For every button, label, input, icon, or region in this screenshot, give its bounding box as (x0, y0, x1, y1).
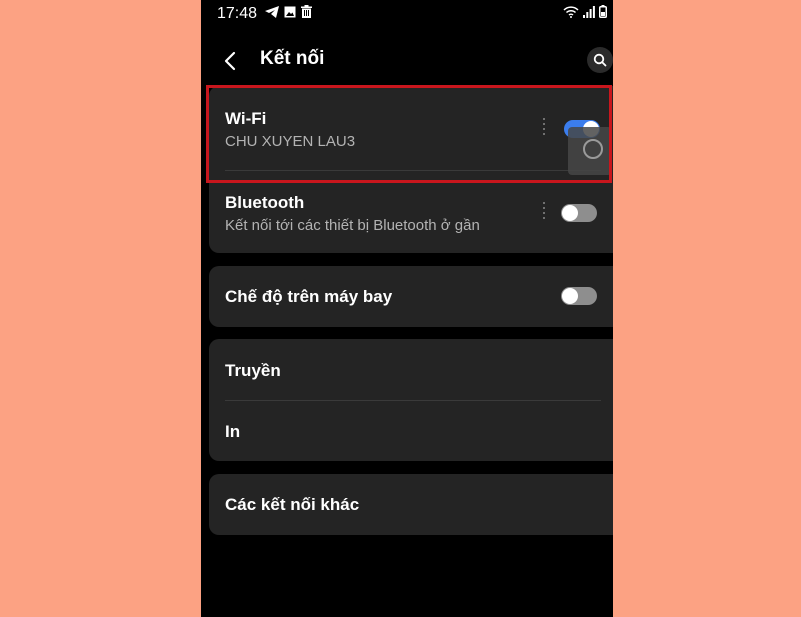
more-connections-row[interactable]: Các kết nối khác (209, 474, 613, 535)
search-button[interactable] (587, 47, 613, 73)
chevron-left-icon (224, 51, 236, 71)
wifi-title: Wi-Fi (225, 109, 267, 128)
bluetooth-title: Bluetooth (225, 193, 305, 212)
more-card: Các kết nối khác (209, 474, 613, 535)
airplane-card: Chế độ trên máy bay (209, 266, 613, 327)
notification-icons (265, 5, 312, 18)
airplane-mode-toggle[interactable] (561, 287, 597, 305)
print-title: In (225, 422, 241, 441)
page-title: Kết nối (260, 48, 325, 69)
sharing-card: Truyền In (209, 339, 613, 461)
bluetooth-row[interactable]: Bluetooth Kết nối tới các thiết bị Bluet… (209, 171, 613, 253)
status-bar: 17:48 (201, 0, 613, 28)
phone-screen: 17:48 Kết nối Wi-Fi CHU XUYEN LAU3 Bluet… (201, 0, 613, 617)
system-icons (563, 5, 607, 18)
back-button[interactable] (215, 46, 245, 76)
status-time: 17:48 (217, 5, 258, 22)
app-header: Kết nối (201, 40, 613, 80)
divider-dots (543, 202, 546, 219)
search-icon (593, 53, 607, 67)
loading-spinner-icon (583, 139, 603, 159)
airplane-mode-title: Chế độ trên máy bay (225, 287, 393, 306)
wireless-card: Wi-Fi CHU XUYEN LAU3 Bluetooth Kết nối t… (209, 86, 613, 253)
more-connections-title: Các kết nối khác (225, 495, 360, 514)
print-row[interactable]: In (209, 401, 613, 461)
wifi-network-name: CHU XUYEN LAU3 (225, 133, 356, 150)
wifi-row[interactable]: Wi-Fi CHU XUYEN LAU3 (209, 86, 613, 170)
cast-title: Truyền (225, 361, 281, 380)
telegram-icon (265, 5, 279, 18)
cast-row[interactable]: Truyền (209, 339, 613, 400)
airplane-mode-row[interactable]: Chế độ trên máy bay (209, 266, 613, 327)
image-icon (284, 6, 296, 18)
divider-dots (543, 118, 546, 135)
trash-icon (301, 5, 312, 18)
battery-icon (599, 5, 607, 18)
bluetooth-description: Kết nối tới các thiết bị Bluetooth ở gần (225, 217, 480, 234)
wifi-icon (563, 5, 579, 18)
bluetooth-toggle[interactable] (561, 204, 597, 222)
signal-icon (583, 5, 595, 18)
